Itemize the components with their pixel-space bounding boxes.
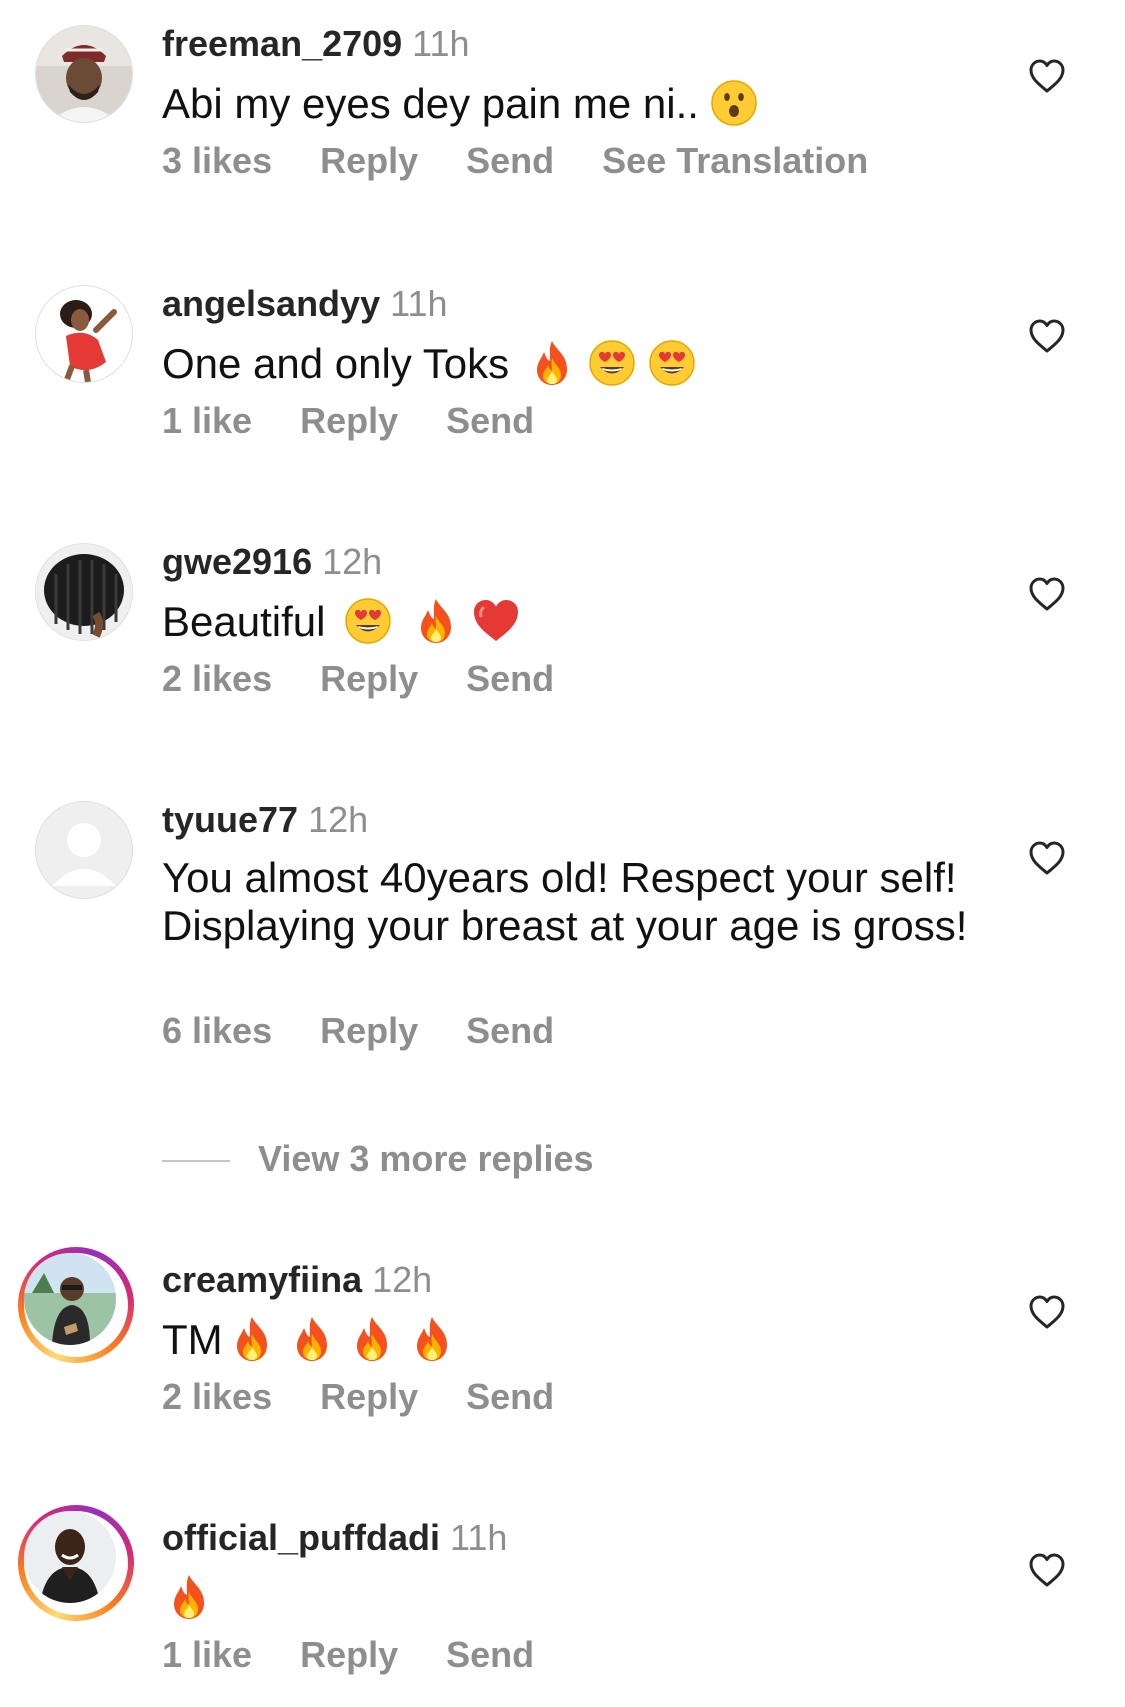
- likes-count[interactable]: 1 like: [162, 400, 252, 441]
- comment-text: You almost 40years old! Respect your sel…: [162, 854, 968, 949]
- comment-actions: 1 like Reply Send: [162, 400, 582, 442]
- comment-text-block: Abi my eyes dey pain me ni..: [162, 78, 992, 128]
- like-heart-icon[interactable]: [1028, 1294, 1066, 1330]
- like-heart-icon[interactable]: [1028, 318, 1066, 354]
- comment-text: Beautiful: [162, 598, 326, 645]
- comment-text-block: You almost 40years old! Respect your sel…: [162, 854, 992, 950]
- view-more-replies-label: View 3 more replies: [258, 1138, 594, 1179]
- avatar[interactable]: [36, 802, 132, 898]
- avatar-story-ring[interactable]: [18, 1247, 134, 1363]
- send-button[interactable]: Send: [466, 1376, 554, 1417]
- comment-text: Abi my eyes dey pain me ni..: [162, 80, 699, 127]
- comment-timestamp: 12h: [322, 541, 383, 582]
- comment-actions: 2 likes Reply Send: [162, 1376, 602, 1418]
- reply-button[interactable]: Reply: [320, 1010, 418, 1051]
- avatar[interactable]: [36, 544, 132, 640]
- comment-timestamp: 11h: [450, 1517, 508, 1558]
- comment-text-block: [162, 1572, 992, 1622]
- comment-username[interactable]: creamyfiina: [162, 1259, 362, 1300]
- comment-username[interactable]: angelsandyy: [162, 283, 380, 324]
- user-photo-avatar: [36, 26, 132, 122]
- fire-emoji: [407, 1314, 457, 1364]
- comment-text-block: TM: [162, 1314, 992, 1364]
- view-more-replies-button[interactable]: View 3 more replies: [162, 1138, 594, 1184]
- comment-timestamp: 12h: [308, 799, 369, 840]
- comment-username[interactable]: gwe2916: [162, 541, 312, 582]
- like-heart-icon[interactable]: [1028, 840, 1066, 876]
- reply-button[interactable]: Reply: [300, 1634, 398, 1675]
- user-photo-avatar: [36, 286, 132, 382]
- send-button[interactable]: Send: [446, 1634, 534, 1675]
- likes-count[interactable]: 2 likes: [162, 1376, 272, 1417]
- user-photo-avatar: [24, 1511, 116, 1603]
- default-avatar-icon: [36, 802, 132, 898]
- avatar[interactable]: [36, 286, 132, 382]
- comment-timestamp: 11h: [390, 283, 448, 324]
- send-button[interactable]: Send: [446, 400, 534, 441]
- heart-eyes-emoji: [647, 338, 697, 388]
- likes-count[interactable]: 2 likes: [162, 658, 272, 699]
- user-photo-avatar: [36, 544, 132, 640]
- fire-emoji: [164, 1572, 214, 1622]
- fire-emoji: [411, 596, 461, 646]
- hushed-face-emoji: [709, 78, 759, 128]
- send-button[interactable]: Send: [466, 1010, 554, 1051]
- comment-username[interactable]: official_puffdadi: [162, 1517, 440, 1558]
- comment-username[interactable]: freeman_2709: [162, 23, 402, 64]
- comment-text-block: Beautiful: [162, 596, 992, 646]
- reply-button[interactable]: Reply: [320, 140, 418, 181]
- fire-emoji: [227, 1314, 277, 1364]
- comment-actions: 3 likes Reply Send See Translation: [162, 140, 916, 182]
- like-heart-icon[interactable]: [1028, 576, 1066, 612]
- comment-timestamp: 12h: [372, 1259, 433, 1300]
- avatar-story-ring[interactable]: [18, 1505, 134, 1621]
- comment-username[interactable]: tyuue77: [162, 799, 298, 840]
- user-photo-avatar: [24, 1253, 116, 1345]
- heart-eyes-emoji: [587, 338, 637, 388]
- comment-timestamp: 11h: [412, 23, 470, 64]
- send-button[interactable]: Send: [466, 140, 554, 181]
- heart-eyes-emoji: [343, 596, 393, 646]
- fire-emoji: [347, 1314, 397, 1364]
- reply-button[interactable]: Reply: [320, 658, 418, 699]
- comment-actions: 1 like Reply Send: [162, 1634, 582, 1676]
- avatar[interactable]: [36, 26, 132, 122]
- reply-button[interactable]: Reply: [320, 1376, 418, 1417]
- likes-count[interactable]: 1 like: [162, 1634, 252, 1675]
- like-heart-icon[interactable]: [1028, 58, 1066, 94]
- avatar: [24, 1253, 116, 1345]
- comment-text: One and only Toks: [162, 340, 510, 387]
- likes-count[interactable]: 6 likes: [162, 1010, 272, 1051]
- divider-line: [162, 1160, 230, 1163]
- comment-actions: 2 likes Reply Send: [162, 658, 602, 700]
- see-translation-button[interactable]: See Translation: [602, 140, 868, 181]
- avatar: [24, 1511, 116, 1603]
- fire-emoji: [527, 338, 577, 388]
- red-heart-emoji: [471, 596, 521, 646]
- comment-actions: 6 likes Reply Send: [162, 1010, 602, 1052]
- comment-text-block: One and only Toks: [162, 338, 992, 388]
- comment-text: TM: [162, 1316, 223, 1363]
- fire-emoji: [287, 1314, 337, 1364]
- like-heart-icon[interactable]: [1028, 1552, 1066, 1588]
- likes-count[interactable]: 3 likes: [162, 140, 272, 181]
- reply-button[interactable]: Reply: [300, 400, 398, 441]
- send-button[interactable]: Send: [466, 658, 554, 699]
